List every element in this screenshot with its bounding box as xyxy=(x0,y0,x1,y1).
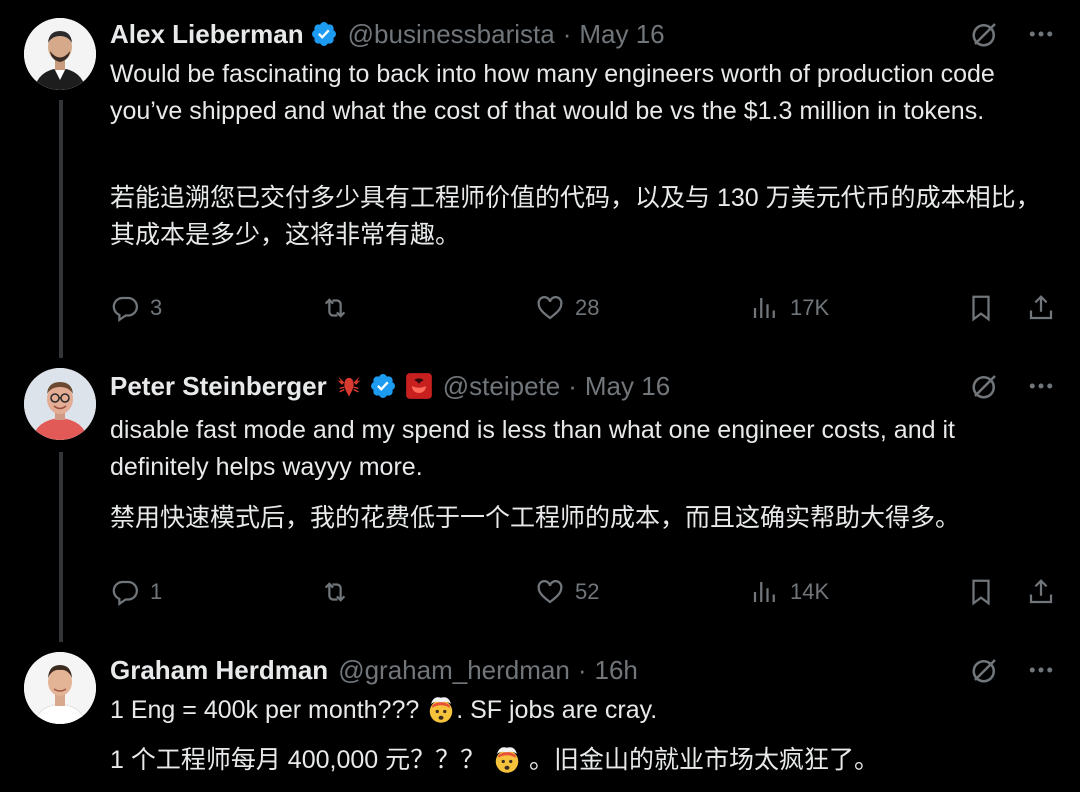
tweet-graham-herdman[interactable]: Graham Herdman @graham_herdman · 16h 1 E… xyxy=(0,640,1080,792)
author-handle[interactable]: @businessbarista xyxy=(348,19,555,50)
like-icon xyxy=(537,296,563,320)
author-handle[interactable]: @steipete xyxy=(443,371,560,402)
retweet-icon xyxy=(324,582,346,602)
tweet-header: Peter Steinberger @steipete · May 16 xyxy=(110,368,1060,404)
like-count: 28 xyxy=(575,295,600,320)
more-icon[interactable] xyxy=(1026,655,1056,685)
bookmark-button[interactable] xyxy=(966,293,996,323)
bookmark-button[interactable] xyxy=(966,577,996,607)
tweet-header: Alex Lieberman @businessbarista · May 16 xyxy=(110,16,1060,52)
separator-dot: · xyxy=(562,18,572,49)
verified-badge-icon[interactable] xyxy=(310,20,338,48)
author-name[interactable]: Peter Steinberger xyxy=(110,371,327,402)
view-count: 17K xyxy=(790,295,830,320)
reply-count: 3 xyxy=(150,295,163,320)
like-icon xyxy=(537,580,563,604)
tweet-time[interactable]: May 16 xyxy=(585,371,670,402)
tweet-alex-lieberman[interactable]: Alex Lieberman @businessbarista · May 16… xyxy=(0,0,1080,350)
views-button[interactable]: 17K xyxy=(750,293,960,323)
avatar-photo xyxy=(24,652,96,724)
avatar[interactable] xyxy=(24,368,96,440)
text-part: . SF jobs are cray. xyxy=(456,696,658,724)
retweet-icon xyxy=(324,298,346,318)
share-icon xyxy=(1029,579,1053,604)
avatar[interactable] xyxy=(24,18,96,90)
reply-count: 1 xyxy=(150,579,163,604)
like-button[interactable]: 28 xyxy=(535,293,750,323)
retweet-button[interactable] xyxy=(320,293,535,323)
separator-dot: · xyxy=(577,654,587,685)
like-count: 52 xyxy=(575,579,600,604)
tweet-time[interactable]: 16h xyxy=(595,655,638,686)
tweet-time[interactable]: May 16 xyxy=(579,19,664,50)
views-button[interactable]: 14K xyxy=(750,577,960,607)
avatar-photo xyxy=(24,18,96,90)
tweet-text-english: Would be fascinating to back into how ma… xyxy=(110,60,995,125)
author-name[interactable]: Graham Herdman xyxy=(110,655,328,686)
affiliate-badge-icon[interactable] xyxy=(405,372,433,400)
tweet-header: Graham Herdman @graham_herdman · 16h xyxy=(110,652,1060,688)
like-button[interactable]: 52 xyxy=(535,577,750,607)
views-icon xyxy=(753,582,775,602)
text-part: 。旧金山的就业市场太疯狂了。 xyxy=(522,746,880,774)
tweet-text-chinese: 若能追溯您已交付多少具有工程师价值的代码，以及与 130 万美元代币的成本相比，… xyxy=(110,184,1041,249)
share-button[interactable] xyxy=(1026,577,1056,607)
verified-badge-icon[interactable] xyxy=(369,372,397,400)
exploding-head-emoji-icon xyxy=(495,747,519,773)
top-actions xyxy=(970,652,1056,688)
top-actions xyxy=(970,16,1056,52)
share-icon xyxy=(1029,295,1053,320)
tweet-text-english: disable fast mode and my spend is less t… xyxy=(110,416,955,481)
retweet-button[interactable] xyxy=(320,577,535,607)
text-part: 1 个工程师每月 400,000 元？？？ xyxy=(110,746,493,774)
grok-icon[interactable] xyxy=(970,371,1000,401)
more-icon[interactable] xyxy=(1026,371,1056,401)
reply-icon xyxy=(112,296,138,323)
separator-dot: · xyxy=(568,370,577,401)
bookmark-icon xyxy=(972,295,990,322)
top-actions xyxy=(970,368,1056,404)
bookmark-icon xyxy=(972,579,990,606)
views-icon xyxy=(753,298,775,318)
grok-icon[interactable] xyxy=(970,19,1000,49)
avatar-photo xyxy=(24,368,96,440)
tweet-actions: 3 28 17K xyxy=(110,290,1056,326)
author-handle[interactable]: @graham_herdman xyxy=(338,655,570,686)
more-icon[interactable] xyxy=(1026,19,1056,49)
lobster-emoji-icon xyxy=(337,376,361,397)
tweet-text-chinese: 禁用快速模式后，我的花费低于一个工程师的成本，而且这确实帮助大得多。 xyxy=(110,504,961,532)
avatar[interactable] xyxy=(24,652,96,724)
tweet-peter-steinberger[interactable]: Peter Steinberger @steipete · May 16 dis… xyxy=(0,350,1080,640)
reply-button[interactable]: 3 xyxy=(110,293,320,323)
reply-button[interactable]: 1 xyxy=(110,577,320,607)
exploding-head-emoji-icon xyxy=(429,697,453,723)
author-name[interactable]: Alex Lieberman xyxy=(110,19,304,50)
reply-icon xyxy=(112,580,138,607)
tweet-text-chinese: 1 个工程师每月 400,000 元？？？ 。旧金山的就业市场太疯狂了。 xyxy=(110,742,1060,779)
tweet-actions: 1 52 14K xyxy=(110,574,1056,610)
grok-icon[interactable] xyxy=(970,655,1000,685)
tweet-text-english: 1 Eng = 400k per month??? . SF jobs are … xyxy=(110,692,1060,729)
text-part: 1 Eng = 400k per month??? xyxy=(110,696,427,724)
share-button[interactable] xyxy=(1026,293,1056,323)
view-count: 14K xyxy=(790,579,830,604)
